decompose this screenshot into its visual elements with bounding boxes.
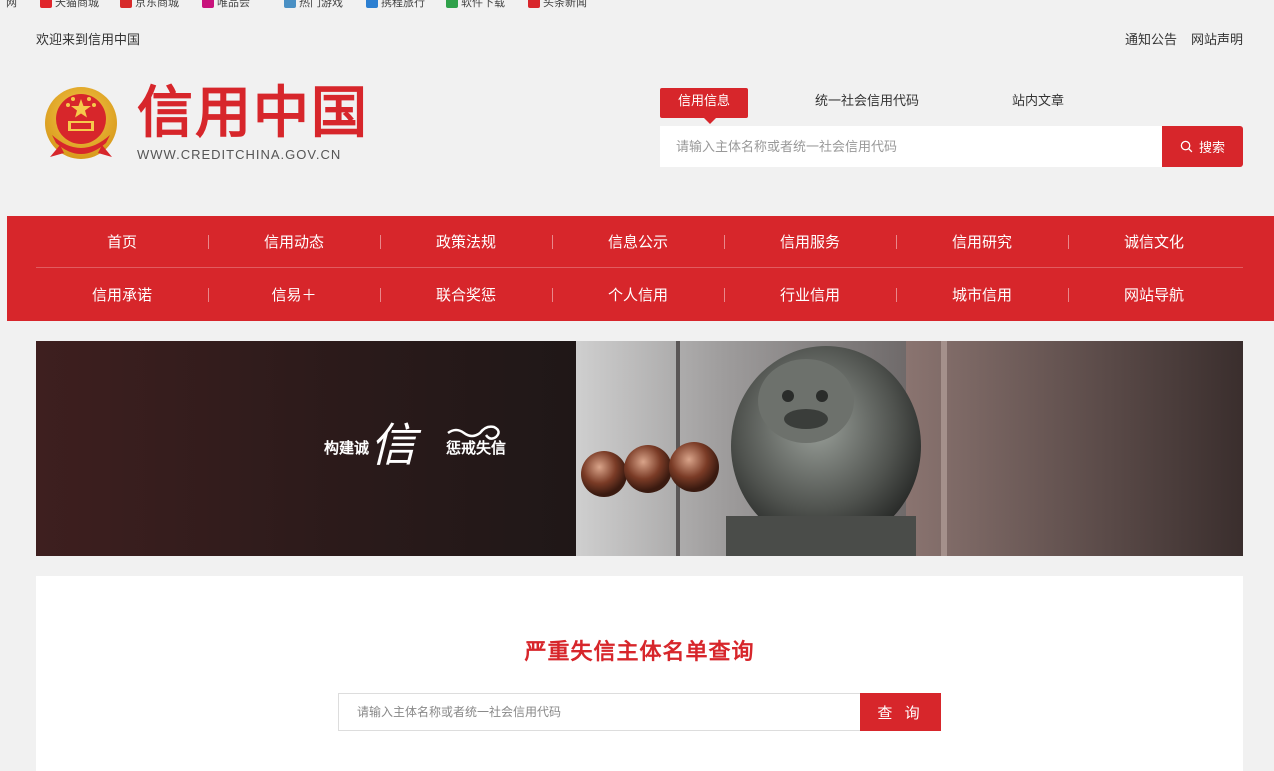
nav-item-credit-research[interactable]: 信用研究 (896, 216, 1068, 268)
bookmark-item[interactable]: 网 (6, 0, 17, 8)
welcome-text: 欢迎来到信用中国 (36, 33, 141, 48)
nav-item-personal-credit[interactable]: 个人信用 (552, 269, 724, 321)
blacklist-query-section: 严重失信主体名单查询 查 询 (36, 576, 1243, 771)
bookmark-item[interactable]: 软件下载 (446, 0, 505, 8)
vip-icon (202, 0, 214, 8)
notice-link[interactable]: 通知公告 (1125, 29, 1177, 48)
nav-item-integrity-culture[interactable]: 诚信文化 (1068, 216, 1240, 268)
nav-item-credit-news[interactable]: 信用动态 (208, 216, 380, 268)
tab-site-articles[interactable]: 站内文章 (1012, 88, 1064, 118)
bookmark-item[interactable]: 携程旅行 (366, 0, 425, 8)
bookmark-item[interactable]: 热门游戏 (284, 0, 343, 8)
nav-item-industry-credit[interactable]: 行业信用 (724, 269, 896, 321)
slogan-char: 信 (370, 418, 422, 472)
bookmark-item[interactable]: 唯品会 (202, 0, 250, 8)
game-icon (284, 0, 296, 8)
bookmark-item[interactable]: 天猫商城 (40, 0, 99, 8)
bookmark-item[interactable]: 京东商城 (120, 0, 179, 8)
slogan-right: 惩戒失信 (446, 439, 506, 457)
query-title: 严重失信主体名单查询 (524, 640, 755, 665)
main-nav: 首页 信用动态 政策法规 信息公示 信用服务 信用研究 诚信文化 信用承诺 信易… (7, 216, 1274, 321)
ctrip-icon (366, 0, 378, 8)
download-icon (446, 0, 458, 8)
tmall-icon (40, 0, 52, 8)
search-button-label: 搜索 (1198, 140, 1225, 155)
site-logo-title[interactable]: 信用中国 (137, 84, 369, 144)
tab-unified-code[interactable]: 统一社会信用代码 (815, 88, 919, 118)
nav-item-xinyi-plus[interactable]: 信易＋ (208, 269, 380, 321)
search-icon (1180, 140, 1193, 153)
nav-row-2: 信用承诺 信易＋ 联合奖惩 个人信用 行业信用 城市信用 网站导航 (36, 269, 1243, 321)
site-logo-url: WWW.CREDITCHINA.GOV.CN (137, 147, 342, 162)
query-input[interactable] (338, 693, 860, 731)
nav-item-joint-rewards[interactable]: 联合奖惩 (380, 269, 552, 321)
nav-item-policy[interactable]: 政策法规 (380, 216, 552, 268)
nav-item-disclosure[interactable]: 信息公示 (552, 216, 724, 268)
nav-item-city-credit[interactable]: 城市信用 (896, 269, 1068, 321)
nav-item-home[interactable]: 首页 (36, 216, 208, 268)
bookmarks-bar: 网 天猫商城 京东商城 唯品会 热门游戏 携程旅行 软件下载 头条新闻 (0, 0, 1274, 8)
news-icon (528, 0, 540, 8)
national-emblem-icon (45, 87, 117, 159)
tab-credit-info[interactable]: 信用信息 (660, 88, 749, 124)
nav-item-credit-service[interactable]: 信用服务 (724, 216, 896, 268)
nav-item-site-nav[interactable]: 网站导航 (1068, 269, 1240, 321)
search-button[interactable]: 搜索 (1162, 126, 1243, 167)
statement-link[interactable]: 网站声明 (1191, 29, 1243, 48)
hero-banner[interactable]: 构建诚 信 惩戒失信 (36, 341, 1243, 556)
jd-icon (120, 0, 132, 8)
search-tabs: 信用信息 统一社会信用代码 站内文章 (660, 88, 1243, 124)
query-button[interactable]: 查 询 (860, 693, 941, 731)
banner-image: 构建诚 信 惩戒失信 (36, 341, 1243, 556)
search-input[interactable] (660, 126, 1162, 167)
slogan-left: 构建诚 (324, 439, 369, 457)
bookmark-item[interactable]: 头条新闻 (528, 0, 587, 8)
top-links: 通知公告 网站声明 (1125, 29, 1243, 48)
nav-item-credit-commitment[interactable]: 信用承诺 (36, 269, 208, 321)
nav-row-1: 首页 信用动态 政策法规 信息公示 信用服务 信用研究 诚信文化 (36, 216, 1243, 268)
